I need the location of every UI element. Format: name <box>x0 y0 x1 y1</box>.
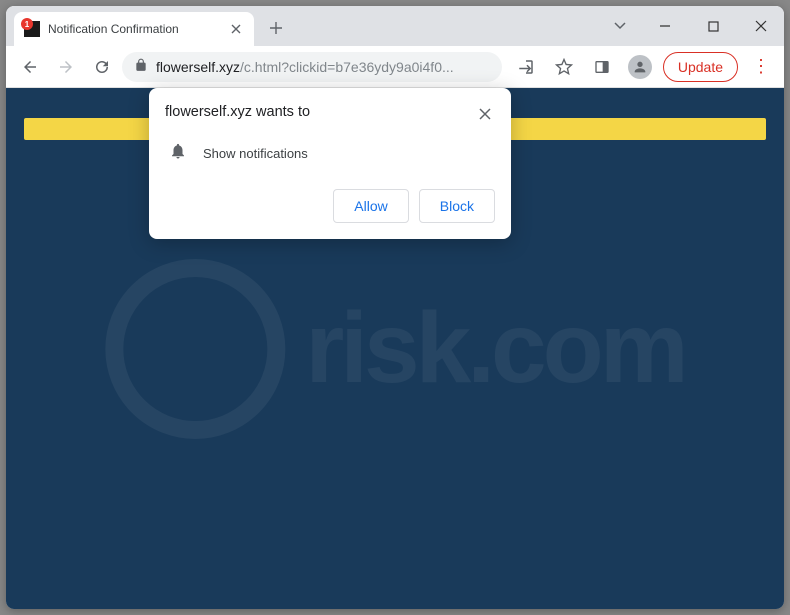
back-button[interactable] <box>14 51 46 83</box>
address-bar[interactable]: flowerself.xyz/c.html?clickid=b7e36ydy9a… <box>122 52 502 82</box>
sidepanel-button[interactable] <box>587 52 617 82</box>
dialog-title: flowerself.xyz wants to <box>165 104 310 120</box>
maximize-button[interactable] <box>690 10 736 42</box>
reload-button[interactable] <box>86 51 118 83</box>
watermark-logo <box>105 259 285 439</box>
block-button[interactable]: Block <box>419 189 495 223</box>
profile-button[interactable] <box>625 52 655 82</box>
allow-button[interactable]: Allow <box>333 189 408 223</box>
titlebar: 1 Notification Confirmation <box>6 6 784 46</box>
lock-icon <box>134 58 148 75</box>
tab-search-button[interactable] <box>600 22 640 30</box>
browser-window: 1 Notification Confirmation <box>6 6 784 609</box>
update-button[interactable]: Update <box>663 52 738 82</box>
minimize-button[interactable] <box>642 10 688 42</box>
forward-button[interactable] <box>50 51 82 83</box>
close-window-button[interactable] <box>738 10 784 42</box>
menu-button[interactable]: ⋮ <box>746 52 776 82</box>
tab-favicon: 1 <box>24 21 40 37</box>
tab-active[interactable]: 1 Notification Confirmation <box>14 12 254 46</box>
tab-title: Notification Confirmation <box>48 22 179 36</box>
window-controls <box>600 6 784 46</box>
bookmark-button[interactable] <box>549 52 579 82</box>
watermark: risk.com <box>105 259 684 439</box>
tab-close-button[interactable] <box>228 21 244 37</box>
share-button[interactable] <box>511 52 541 82</box>
toolbar: flowerself.xyz/c.html?clickid=b7e36ydy9a… <box>6 46 784 88</box>
url-text: flowerself.xyz/c.html?clickid=b7e36ydy9a… <box>156 59 490 75</box>
favicon-badge: 1 <box>21 18 33 30</box>
new-tab-button[interactable] <box>262 14 290 42</box>
permission-dialog: flowerself.xyz wants to Show notificatio… <box>149 88 511 239</box>
bell-icon <box>169 142 187 165</box>
tabs-area: 1 Notification Confirmation <box>6 6 290 46</box>
dialog-body-text: Show notifications <box>203 146 308 161</box>
dialog-close-button[interactable] <box>475 104 495 124</box>
